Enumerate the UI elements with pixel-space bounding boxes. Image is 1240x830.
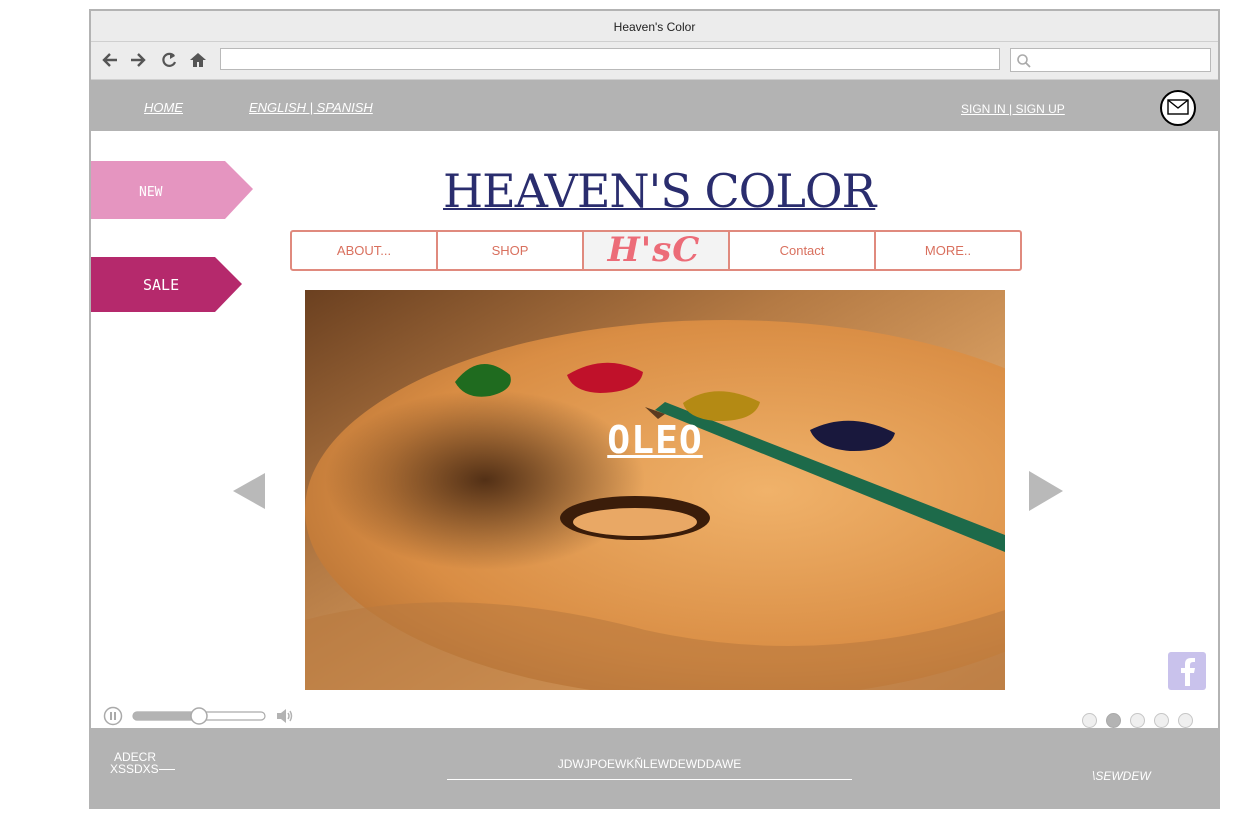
sign-in-up-link[interactable]: SIGN IN | SIGN UP: [961, 102, 1065, 116]
triangle-left-icon: [233, 473, 265, 509]
menu-item-about[interactable]: ABOUT...: [292, 232, 438, 269]
carousel-dot[interactable]: [1106, 713, 1121, 728]
footer-left-dash: [158, 769, 175, 771]
back-button[interactable]: [99, 50, 121, 72]
browser-window: Heaven's Color HOME ENGLISH | SPANISH SI…: [89, 9, 1220, 809]
home-button[interactable]: [187, 50, 209, 72]
volume-slider[interactable]: [131, 706, 271, 726]
svg-text:H'sC: H'sC: [607, 232, 701, 270]
browser-search-field[interactable]: [1010, 48, 1211, 72]
site-top-bar: HOME ENGLISH | SPANISH SIGN IN | SIGN UP: [91, 80, 1218, 131]
envelope-icon: [1167, 99, 1189, 115]
hero-caption[interactable]: OLEO: [305, 418, 1005, 462]
site-footer: ADECR XSSDXS JDWJPOEWKÑLEWDEWDDAWE \SEWD…: [91, 728, 1218, 807]
facebook-button[interactable]: [1168, 652, 1206, 690]
carousel-dot[interactable]: [1130, 713, 1145, 728]
speaker-icon[interactable]: [275, 706, 295, 726]
window-title: Heaven's Color: [91, 11, 1218, 42]
media-player: [103, 706, 303, 726]
carousel-dot[interactable]: [1178, 713, 1193, 728]
carousel-prev-button[interactable]: [231, 469, 271, 513]
sale-tag[interactable]: SALE: [91, 257, 246, 313]
reload-button[interactable]: [158, 50, 180, 72]
triangle-right-icon: [1029, 471, 1063, 511]
site-title: HEAVEN'S COLOR: [443, 164, 876, 218]
browser-toolbar: [91, 42, 1218, 80]
hero-slide[interactable]: OLEO: [305, 290, 1005, 690]
new-tag-label: NEW: [139, 185, 163, 200]
palette-image: [305, 290, 1005, 690]
reload-icon: [162, 52, 177, 67]
footer-right-link[interactable]: \SEWDEW: [1092, 769, 1151, 783]
magnifier-icon: [1017, 54, 1031, 68]
hsc-logo: H'sC: [607, 232, 701, 270]
menu-item-shop[interactable]: SHOP: [438, 232, 584, 269]
carousel-dot[interactable]: [1082, 713, 1097, 728]
footer-left-line2: XSSDXS: [110, 763, 175, 775]
carousel-dot[interactable]: [1154, 713, 1169, 728]
footer-left: ADECR XSSDXS: [110, 751, 175, 775]
menu-item-contact[interactable]: Contact: [730, 232, 876, 269]
menu-logo[interactable]: H'sC: [584, 232, 730, 270]
arrow-right-icon: [131, 52, 146, 67]
mail-button[interactable]: [1160, 90, 1196, 126]
pause-icon[interactable]: [103, 706, 123, 726]
carousel-next-button[interactable]: [1027, 469, 1067, 513]
home-icon: [190, 52, 206, 67]
forward-button[interactable]: [127, 50, 149, 72]
home-link[interactable]: HOME: [144, 100, 183, 115]
main-menu: ABOUT... SHOP H'sC Contact MORE..: [290, 230, 1022, 271]
new-tag[interactable]: NEW: [91, 161, 256, 221]
sale-tag-label: SALE: [143, 276, 180, 294]
arrow-left-icon: [102, 52, 117, 67]
menu-item-more[interactable]: MORE..: [876, 232, 1020, 269]
footer-left-line2-text: XSSDXS: [110, 762, 159, 776]
facebook-icon: [1168, 652, 1206, 690]
footer-center-link[interactable]: JDWJPOEWKÑLEWDEWDDAWE: [447, 757, 852, 780]
address-bar[interactable]: [220, 48, 1000, 70]
tag-shape-new: [91, 161, 253, 219]
language-link[interactable]: ENGLISH | SPANISH: [249, 100, 373, 115]
